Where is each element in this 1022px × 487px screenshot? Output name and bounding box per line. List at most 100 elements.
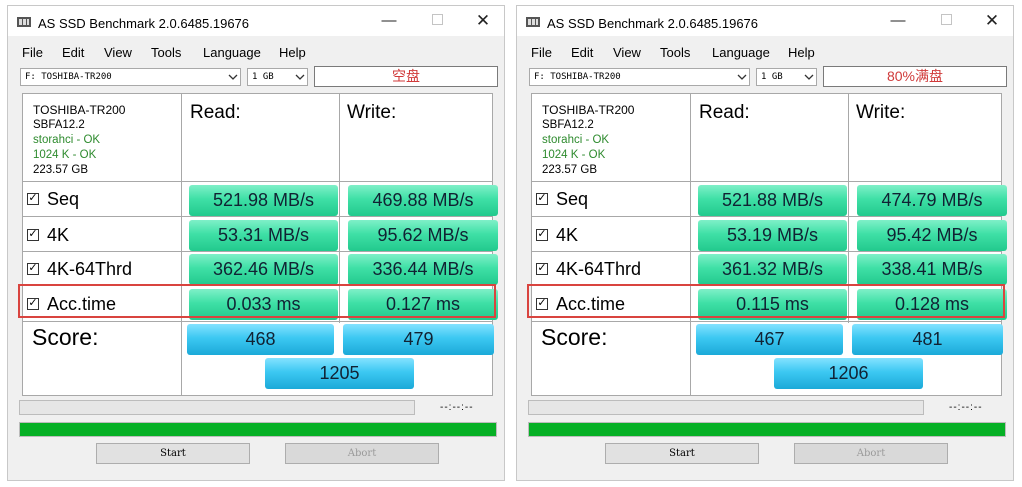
score-label: Score:: [32, 324, 99, 350]
menu-view[interactable]: View: [613, 45, 641, 60]
seq-write-result: 469.88 MB/s: [348, 185, 498, 216]
size-select[interactable]: 1 GB: [756, 68, 817, 86]
checkbox-checked-icon[interactable]: ✓: [536, 193, 548, 206]
drive-select[interactable]: F: TOSHIBA-TR200: [529, 68, 750, 86]
start-button[interactable]: Start: [96, 443, 250, 464]
drive-select[interactable]: F: TOSHIBA-TR200: [20, 68, 241, 86]
row-seq[interactable]: ✓ Seq: [27, 188, 79, 210]
drive-info: TOSHIBA-TR200 SBFA12.2 storahci - OK 102…: [542, 103, 634, 178]
app-icon: [17, 17, 31, 27]
4k64-write-result: 338.41 MB/s: [857, 254, 1007, 285]
score-write: 481: [852, 324, 1003, 355]
menu-file[interactable]: File: [22, 45, 43, 60]
score-total: 1205: [265, 358, 414, 389]
minimize-icon[interactable]: —: [889, 12, 907, 30]
menu-view[interactable]: View: [104, 45, 132, 60]
drive-capacity: 223.57 GB: [33, 164, 88, 176]
drive-alignment-status: 1024 K - OK: [33, 149, 97, 161]
menu-edit[interactable]: Edit: [571, 45, 593, 60]
drive-firmware: SBFA12.2: [542, 119, 594, 131]
chevron-down-icon: [295, 74, 305, 80]
menu-bar: File Edit View Tools Language Help: [8, 44, 504, 62]
drive-capacity: 223.57 GB: [542, 164, 597, 176]
4k64-read-result: 361.32 MB/s: [698, 254, 847, 285]
drive-driver-status: storahci - OK: [542, 134, 610, 146]
annotation-label: 80%满盘: [823, 66, 1007, 87]
row-4k-64thrd[interactable]: ✓ 4K-64Thrd: [27, 258, 132, 280]
menu-help[interactable]: Help: [788, 45, 815, 60]
drive-alignment-status: 1024 K - OK: [542, 149, 606, 161]
abort-button[interactable]: Abort: [285, 443, 439, 464]
benchmark-window-2: AS SSD Benchmark 2.0.6485.19676 — ✕ File…: [516, 5, 1014, 481]
progress-bar-current: [19, 400, 415, 415]
maximize-icon[interactable]: [937, 12, 955, 30]
title-bar[interactable]: AS SSD Benchmark 2.0.6485.19676 — ✕: [8, 6, 504, 36]
score-label: Score:: [541, 324, 608, 350]
close-icon[interactable]: ✕: [474, 12, 492, 30]
close-icon[interactable]: ✕: [983, 12, 1001, 30]
size-select-value: 1 GB: [761, 72, 783, 82]
menu-language[interactable]: Language: [203, 45, 261, 60]
row-4k-64thrd[interactable]: ✓ 4K-64Thrd: [536, 258, 641, 280]
menu-edit[interactable]: Edit: [62, 45, 84, 60]
chevron-down-icon: [804, 74, 814, 80]
read-header: Read:: [699, 102, 750, 123]
highlight-box: [527, 284, 1005, 318]
timer: --:--:--: [440, 402, 474, 413]
seq-write-result: 474.79 MB/s: [857, 185, 1007, 216]
abort-button[interactable]: Abort: [794, 443, 948, 464]
drive-name: TOSHIBA-TR200: [33, 103, 126, 117]
score-write: 479: [343, 324, 494, 355]
annotation-label: 空盘: [314, 66, 498, 87]
size-select[interactable]: 1 GB: [247, 68, 308, 86]
maximize-icon[interactable]: [428, 12, 446, 30]
title-bar[interactable]: AS SSD Benchmark 2.0.6485.19676 — ✕: [517, 6, 1013, 36]
drive-name: TOSHIBA-TR200: [542, 103, 635, 117]
chevron-down-icon: [737, 74, 747, 80]
benchmark-window-1: AS SSD Benchmark 2.0.6485.19676 — ✕ File…: [7, 5, 505, 481]
window-title: AS SSD Benchmark 2.0.6485.19676: [547, 16, 759, 31]
row-4k[interactable]: ✓ 4K: [27, 224, 69, 246]
4k64-write-result: 336.44 MB/s: [348, 254, 498, 285]
checkbox-checked-icon[interactable]: ✓: [536, 229, 548, 242]
checkbox-checked-icon[interactable]: ✓: [27, 263, 39, 276]
timer: --:--:--: [949, 402, 983, 413]
row-4k[interactable]: ✓ 4K: [536, 224, 578, 246]
score-read: 468: [187, 324, 334, 355]
write-header: Write:: [856, 102, 906, 123]
progress-bar-current: [528, 400, 924, 415]
drive-select-value: F: TOSHIBA-TR200: [534, 72, 621, 82]
menu-file[interactable]: File: [531, 45, 552, 60]
read-header: Read:: [190, 102, 241, 123]
row-seq[interactable]: ✓ Seq: [536, 188, 588, 210]
4k-read-result: 53.31 MB/s: [189, 220, 338, 251]
chevron-down-icon: [228, 74, 238, 80]
app-icon: [526, 17, 540, 27]
window-title: AS SSD Benchmark 2.0.6485.19676: [38, 16, 250, 31]
drive-driver-status: storahci - OK: [33, 134, 101, 146]
menu-bar: File Edit View Tools Language Help: [517, 44, 1013, 62]
menu-language[interactable]: Language: [712, 45, 770, 60]
drive-info: TOSHIBA-TR200 SBFA12.2 storahci - OK 102…: [33, 103, 125, 178]
checkbox-checked-icon[interactable]: ✓: [27, 193, 39, 206]
4k-read-result: 53.19 MB/s: [698, 220, 847, 251]
menu-tools[interactable]: Tools: [660, 45, 690, 60]
drive-select-value: F: TOSHIBA-TR200: [25, 72, 112, 82]
start-button[interactable]: Start: [605, 443, 759, 464]
size-select-value: 1 GB: [252, 72, 274, 82]
seq-read-result: 521.98 MB/s: [189, 185, 338, 216]
progress-bar-total: [19, 422, 497, 437]
menu-help[interactable]: Help: [279, 45, 306, 60]
4k-write-result: 95.62 MB/s: [348, 220, 498, 251]
menu-tools[interactable]: Tools: [151, 45, 181, 60]
minimize-icon[interactable]: —: [380, 12, 398, 30]
4k-write-result: 95.42 MB/s: [857, 220, 1007, 251]
drive-firmware: SBFA12.2: [33, 119, 85, 131]
score-read: 467: [696, 324, 843, 355]
checkbox-checked-icon[interactable]: ✓: [536, 263, 548, 276]
highlight-box: [18, 284, 496, 318]
4k64-read-result: 362.46 MB/s: [189, 254, 338, 285]
seq-read-result: 521.88 MB/s: [698, 185, 847, 216]
progress-bar-total: [528, 422, 1006, 437]
checkbox-checked-icon[interactable]: ✓: [27, 229, 39, 242]
